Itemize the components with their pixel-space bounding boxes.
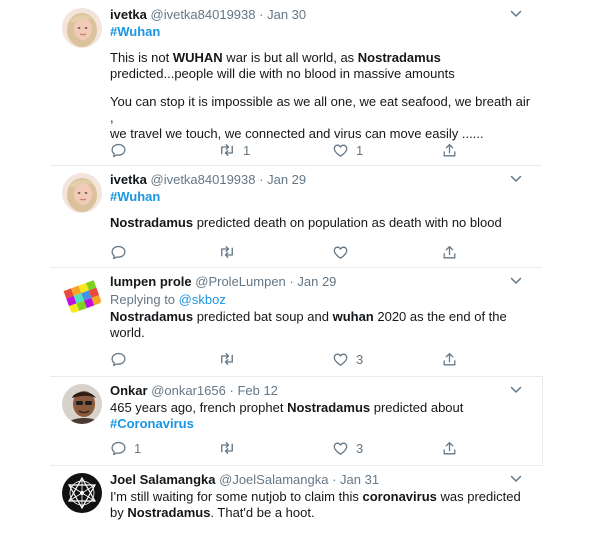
like-button[interactable]: 3 bbox=[332, 350, 363, 368]
retweet-button[interactable] bbox=[218, 350, 236, 368]
reply-button[interactable] bbox=[110, 350, 127, 368]
hashtag-link[interactable]: #Coronavirus bbox=[110, 416, 532, 432]
chevron-down-icon[interactable] bbox=[510, 174, 522, 184]
chevron-down-icon[interactable] bbox=[510, 385, 522, 395]
like-count: 3 bbox=[356, 440, 364, 456]
separator-dot: · bbox=[229, 383, 234, 398]
reply-count: 1 bbox=[134, 440, 142, 456]
author-name[interactable]: lumpen prole bbox=[110, 274, 192, 289]
share-button[interactable] bbox=[441, 350, 458, 368]
author-name[interactable]: ivetka bbox=[110, 7, 147, 22]
reply-icon bbox=[110, 244, 127, 261]
author-handle[interactable]: @JoelSalamangka bbox=[219, 472, 328, 487]
retweet-button[interactable]: 1 bbox=[218, 141, 250, 159]
tweet-actions bbox=[110, 243, 470, 261]
separator-dot: · bbox=[259, 7, 264, 22]
tweet-date[interactable]: Jan 31 bbox=[340, 472, 379, 487]
chevron-down-icon[interactable] bbox=[510, 276, 522, 286]
tweet[interactable]: ivetka @ivetka84019938 · Jan 29 #Wuhan N… bbox=[50, 165, 542, 268]
hashtag-link[interactable]: #Wuhan bbox=[110, 189, 532, 205]
retweet-button[interactable] bbox=[218, 439, 236, 457]
avatar[interactable] bbox=[62, 173, 102, 213]
author-name[interactable]: Joel Salamangka bbox=[110, 472, 216, 487]
author-handle[interactable]: @ProleLumpen bbox=[195, 274, 286, 289]
share-button[interactable] bbox=[441, 243, 458, 261]
text-line: This is not WUHAN war is but all world, … bbox=[110, 50, 441, 65]
share-button[interactable] bbox=[441, 439, 458, 457]
tweet-text: I'm still waiting for some nutjob to cla… bbox=[110, 489, 521, 520]
retweet-button[interactable] bbox=[218, 243, 236, 261]
hashtag-link[interactable]: #Wuhan bbox=[110, 24, 532, 40]
tweet[interactable]: Joel Salamangka @JoelSalamangka · Jan 31… bbox=[50, 465, 542, 550]
tweet-date[interactable]: Jan 30 bbox=[267, 7, 306, 22]
tweet-date[interactable]: Jan 29 bbox=[267, 172, 306, 187]
reply-button[interactable]: 1 bbox=[110, 439, 141, 457]
avatar[interactable] bbox=[62, 473, 102, 513]
chevron-down-icon[interactable] bbox=[510, 9, 522, 19]
tweet[interactable]: ivetka @ivetka84019938 · Jan 30 #Wuhan T… bbox=[50, 0, 542, 166]
like-button[interactable]: 3 bbox=[332, 439, 363, 457]
separator-dot: · bbox=[259, 172, 264, 187]
tweet-actions: 3 bbox=[110, 350, 470, 368]
author-handle[interactable]: @ivetka84019938 bbox=[151, 7, 256, 22]
author-handle[interactable]: @ivetka84019938 bbox=[151, 172, 256, 187]
like-button[interactable]: 1 bbox=[332, 141, 363, 159]
avatar[interactable] bbox=[62, 275, 102, 315]
text-line: predicted...people will die with no bloo… bbox=[110, 66, 455, 81]
avatar[interactable] bbox=[62, 384, 102, 424]
text-line: You can stop it is impossible as we all … bbox=[110, 94, 531, 125]
share-icon bbox=[441, 440, 458, 457]
tweet[interactable]: Onkar @onkar1656 · Feb 12 465 years ago,… bbox=[50, 376, 543, 466]
chevron-down-icon[interactable] bbox=[510, 474, 522, 484]
author-name[interactable]: ivetka bbox=[110, 172, 147, 187]
separator-dot: · bbox=[332, 472, 337, 487]
reply-button[interactable] bbox=[110, 141, 127, 159]
share-icon bbox=[441, 351, 458, 368]
mention-link[interactable]: @skboz bbox=[179, 292, 226, 307]
share-icon bbox=[441, 142, 458, 159]
share-icon bbox=[441, 244, 458, 261]
tweet-actions: 1 3 bbox=[110, 439, 470, 457]
heart-icon bbox=[332, 142, 349, 159]
tweet-text: 465 years ago, french prophet Nostradamu… bbox=[110, 400, 464, 415]
reply-icon bbox=[110, 142, 127, 159]
tweet-text: This is not WUHAN war is but all world, … bbox=[110, 50, 532, 142]
like-count: 1 bbox=[356, 142, 364, 158]
like-count: 3 bbox=[356, 351, 364, 367]
separator-dot: · bbox=[289, 274, 294, 289]
retweet-icon bbox=[218, 350, 236, 368]
author-handle[interactable]: @onkar1656 bbox=[151, 383, 226, 398]
retweet-icon bbox=[218, 243, 236, 261]
tweet-date[interactable]: Feb 12 bbox=[237, 383, 277, 398]
heart-icon bbox=[332, 351, 349, 368]
reply-button[interactable] bbox=[110, 243, 127, 261]
reply-icon bbox=[110, 351, 127, 368]
retweet-icon bbox=[218, 141, 236, 159]
tweet-actions: 1 1 bbox=[110, 141, 470, 159]
tweet-date[interactable]: Jan 29 bbox=[297, 274, 336, 289]
replying-to: Replying to @skboz bbox=[110, 292, 226, 307]
retweet-count: 1 bbox=[243, 142, 251, 158]
like-button[interactable] bbox=[332, 243, 349, 261]
tweet-text: Nostradamus predicted bat soup and wuhan… bbox=[110, 309, 507, 340]
tweet-text: Nostradamus predicted death on populatio… bbox=[110, 215, 502, 230]
tweet-feed: ivetka @ivetka84019938 · Jan 30 #Wuhan T… bbox=[50, 0, 543, 550]
retweet-icon bbox=[218, 439, 236, 457]
reply-icon bbox=[110, 440, 127, 457]
share-button[interactable] bbox=[441, 141, 458, 159]
heart-icon bbox=[332, 440, 349, 457]
tweet[interactable]: lumpen prole @ProleLumpen · Jan 29 Reply… bbox=[50, 267, 542, 377]
author-name[interactable]: Onkar bbox=[110, 383, 148, 398]
heart-icon bbox=[332, 244, 349, 261]
avatar[interactable] bbox=[62, 8, 102, 48]
text-line: we travel we touch, we connected and vir… bbox=[110, 126, 484, 141]
